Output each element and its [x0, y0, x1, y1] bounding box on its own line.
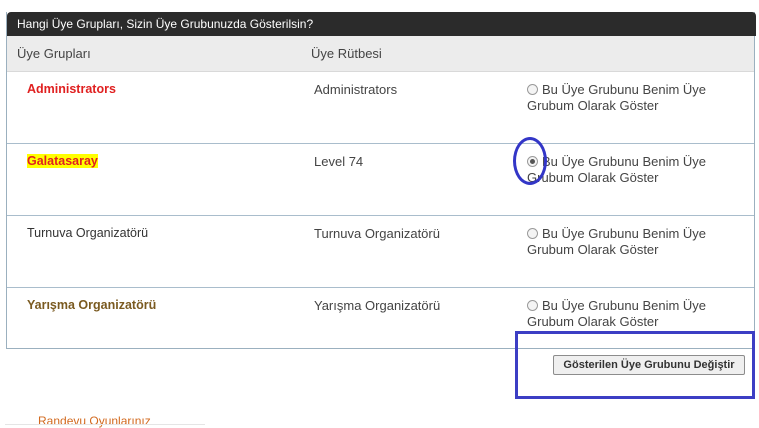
- group-rank: Level 74: [314, 154, 364, 169]
- column-header-rank: Üye Rütbesi: [311, 46, 382, 61]
- display-group-option-label: Bu Üye Grubunu Benim Üye Grubum Olarak G…: [527, 298, 707, 329]
- display-group-option[interactable]: Bu Üye Grubunu Benim Üye Grubum Olarak G…: [527, 154, 737, 186]
- divider: [5, 424, 205, 425]
- display-group-radio[interactable]: [527, 84, 538, 95]
- display-group-radio[interactable]: [527, 300, 538, 311]
- display-group-radio[interactable]: [527, 228, 538, 239]
- group-name: Yarışma Organizatörü: [27, 298, 157, 312]
- member-group-panel: Hangi Üye Grupları, Sizin Üye Grubunuzda…: [6, 12, 756, 349]
- display-group-option-label: Bu Üye Grubunu Benim Üye Grubum Olarak G…: [527, 82, 707, 113]
- change-display-group-button[interactable]: Gösterilen Üye Grubunu Değiştir: [553, 355, 745, 375]
- table-header: Üye Grupları Üye Rütbesi: [7, 36, 754, 72]
- table-row: Administrators Administrators Bu Üye Gru…: [7, 72, 754, 144]
- group-name: Administrators: [27, 82, 116, 96]
- table-row: Turnuva Organizatörü Turnuva Organizatör…: [7, 216, 754, 288]
- table-row: Galatasaray Level 74 Bu Üye Grubunu Beni…: [7, 144, 754, 216]
- highlight-circle-annotation: [513, 137, 547, 185]
- group-name: Turnuva Organizatörü: [27, 226, 149, 240]
- display-group-option[interactable]: Bu Üye Grubunu Benim Üye Grubum Olarak G…: [527, 82, 737, 114]
- panel-title: Hangi Üye Grupları, Sizin Üye Grubunuzda…: [7, 12, 756, 36]
- display-group-option[interactable]: Bu Üye Grubunu Benim Üye Grubum Olarak G…: [527, 298, 737, 330]
- display-group-option-label: Bu Üye Grubunu Benim Üye Grubum Olarak G…: [527, 226, 707, 257]
- display-group-option[interactable]: Bu Üye Grubunu Benim Üye Grubum Olarak G…: [527, 226, 737, 258]
- column-header-groups: Üye Grupları: [17, 46, 91, 61]
- group-rank: Turnuva Organizatörü: [314, 226, 440, 241]
- display-group-option-label: Bu Üye Grubunu Benim Üye Grubum Olarak G…: [527, 154, 707, 185]
- group-rank: Administrators: [314, 82, 398, 97]
- group-name: Galatasaray: [27, 154, 98, 168]
- group-rank: Yarışma Organizatörü: [314, 298, 441, 313]
